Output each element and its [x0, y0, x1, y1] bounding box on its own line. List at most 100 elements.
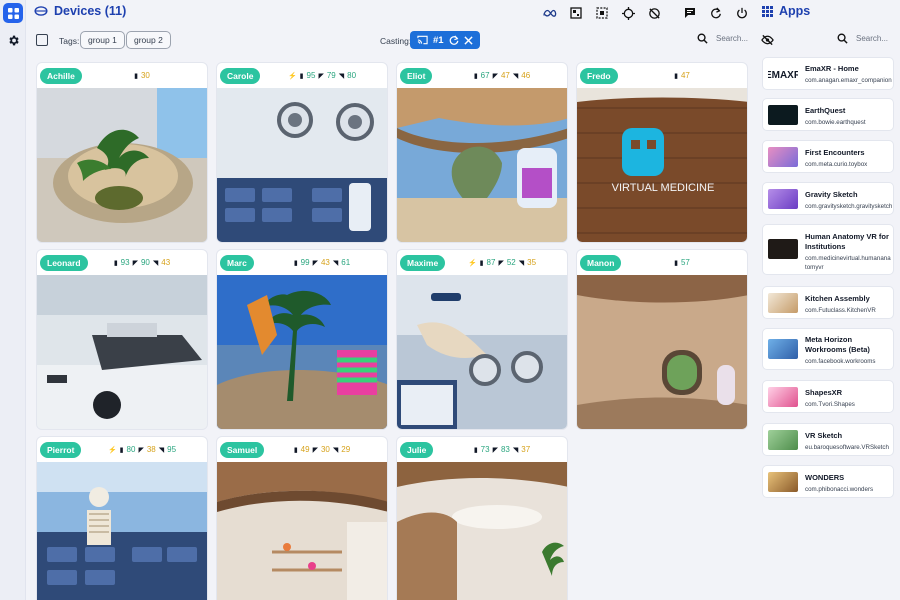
restart-icon[interactable]	[707, 4, 725, 22]
app-thumbnail	[768, 430, 798, 450]
device-search-input[interactable]: Search...	[716, 34, 748, 43]
device-card-pierrot[interactable]: Pierrot ⚡ ▮ 80 ◤ 38 ◥ 95	[36, 436, 208, 600]
device-name: Manon	[580, 254, 622, 271]
cast-icon	[417, 35, 428, 45]
device-stats: ⚡ ▮ 87 ◤ 52 ◥ 35	[467, 258, 537, 267]
device-stats: ▮ 73 ◤ 83 ◥ 37	[473, 445, 531, 454]
device-card-julie[interactable]: Julie ▮ 73 ◤ 83 ◥ 37	[396, 436, 568, 600]
tags-label: Tags:	[59, 36, 80, 46]
app-thumbnail	[768, 105, 798, 125]
device-stats: ▮ 93 ◤ 90 ◥ 43	[113, 258, 171, 267]
device-card-carole[interactable]: Carole ⚡ ▮ 95 ◤ 79 ◥ 80	[216, 62, 388, 243]
device-stats: ▮ 30	[134, 71, 150, 80]
app-package: eu.baroquesoftware.VRSketch	[805, 444, 889, 451]
device-stats: ▮ 99 ◤ 43 ◥ 61	[293, 258, 351, 267]
device-screen-preview[interactable]	[37, 462, 208, 600]
device-card-maxime[interactable]: Maxime ⚡ ▮ 87 ◤ 52 ◥ 35	[396, 249, 568, 430]
app-item-first-encounters[interactable]: First Encounters com.meta.curio.toybox	[762, 140, 894, 173]
headset-icon	[34, 6, 48, 16]
app-search-input[interactable]: Search...	[856, 34, 888, 43]
device-screen-preview[interactable]	[217, 88, 388, 243]
app-thumbnail	[768, 339, 798, 359]
app-thumbnail: EMAXR	[765, 64, 802, 84]
select-all-checkbox[interactable]	[36, 34, 48, 46]
app-package: com.bowie.earthquest	[805, 119, 866, 126]
device-card-achille[interactable]: Achille ▮ 30	[36, 62, 208, 243]
device-name: Julie	[400, 441, 434, 458]
dashboard-nav-button[interactable]	[3, 3, 23, 23]
app-item-shapesxr[interactable]: ShapesXR com.Tvori.Shapes	[762, 380, 894, 413]
device-screen-preview[interactable]	[217, 275, 388, 430]
device-card-eliot[interactable]: Eliot ▮ 67 ◤ 47 ◥ 46	[396, 62, 568, 243]
app-thumbnail	[768, 387, 798, 407]
passthrough-icon[interactable]	[593, 4, 611, 22]
device-card-fredo[interactable]: Fredo ▮ 47 VIRTUAL MEDICINE	[576, 62, 748, 243]
app-item-kitchen-assembly[interactable]: Kitchen Assembly com.Futuclass.KitchenVR	[762, 286, 894, 319]
app-name: VR Sketch	[805, 431, 843, 440]
battery-icon: ▮	[134, 72, 138, 80]
device-stats: ▮ 57	[674, 258, 690, 267]
device-name: Pierrot	[40, 441, 82, 458]
device-screen-preview[interactable]	[397, 462, 568, 600]
meta-icon[interactable]	[541, 4, 559, 22]
device-screen-preview[interactable]	[37, 275, 208, 430]
gear-icon	[8, 35, 19, 45]
app-thumbnail	[768, 293, 798, 313]
device-card-marc[interactable]: Marc ▮ 99 ◤ 43 ◥ 61	[216, 249, 388, 430]
app-name: First Encounters	[805, 148, 865, 157]
app-item-emaxr[interactable]: EMAXR EmaXR - Home com.anagan.emaxr_comp…	[762, 57, 894, 90]
device-search[interactable]: Search...	[697, 33, 748, 44]
hide-icon[interactable]	[761, 33, 774, 51]
device-stats: ▮ 67 ◤ 47 ◥ 46	[473, 71, 531, 80]
app-item-vr-sketch[interactable]: VR Sketch eu.baroquesoftware.VRSketch	[762, 423, 894, 456]
app-item-human-anatomy[interactable]: Human Anatomy VR for Institutions com.me…	[762, 224, 894, 275]
device-screen-preview[interactable]	[397, 88, 568, 243]
device-screen-preview[interactable]	[217, 462, 388, 600]
app-thumbnail	[768, 189, 798, 209]
app-name: Meta Horizon Workrooms (Beta)	[805, 335, 870, 354]
app-list: EMAXR EmaXR - Home com.anagan.emaxr_comp…	[762, 57, 895, 600]
tag-group-2[interactable]: group 2	[126, 31, 171, 49]
app-item-earthquest[interactable]: EarthQuest com.bowie.earthquest	[762, 98, 894, 131]
app-name: EmaXR - Home	[805, 64, 859, 73]
app-thumbnail	[768, 147, 798, 167]
app-name: WONDERS	[805, 473, 845, 482]
apps-grid-icon	[762, 5, 773, 17]
app-item-wonders[interactable]: WONDERS com.phibonacci.wonders	[762, 465, 894, 498]
app-package: com.phibonacci.wonders	[805, 486, 874, 493]
device-stats: ▮ 47	[674, 71, 690, 80]
device-card-leonard[interactable]: Leonard ▮ 93 ◤ 90 ◥ 43	[36, 249, 208, 430]
device-screen-preview[interactable]	[37, 88, 208, 243]
device-screen-preview[interactable]	[397, 275, 568, 430]
device-stats: ▮ 49 ◤ 30 ◥ 29	[293, 445, 351, 454]
guardian-off-icon[interactable]	[645, 4, 663, 22]
device-screen-preview[interactable]	[577, 275, 748, 430]
app-package: com.meta.curio.toybox	[805, 161, 868, 168]
page-title-text: Devices (11)	[54, 4, 127, 18]
message-icon[interactable]	[681, 4, 699, 22]
app-item-workrooms[interactable]: Meta Horizon Workrooms (Beta) com.facebo…	[762, 328, 894, 370]
screen-capture-icon[interactable]	[567, 4, 585, 22]
svg-text:VIRTUAL MEDICINE: VIRTUAL MEDICINE	[612, 182, 715, 194]
app-item-gravity-sketch[interactable]: Gravity Sketch com.gravitysketch.gravity…	[762, 182, 894, 215]
apps-title: Apps	[762, 4, 810, 18]
refresh-icon[interactable]	[449, 35, 459, 45]
app-search[interactable]: Search...	[837, 33, 888, 44]
app-package: com.Tvori.Shapes	[805, 401, 855, 408]
device-screen-preview[interactable]: VIRTUAL MEDICINE	[577, 88, 748, 243]
device-card-samuel[interactable]: Samuel ▮ 49 ◤ 30 ◥ 29	[216, 436, 388, 600]
app-package: com.medicinevirtual.humananatomyvr	[805, 255, 891, 271]
device-card-manon[interactable]: Manon ▮ 57	[576, 249, 748, 430]
settings-nav-button[interactable]	[3, 30, 23, 50]
device-stats: ⚡ ▮ 95 ◤ 79 ◥ 80	[287, 71, 357, 80]
device-grid: Achille ▮ 30 Carole ⚡ ▮ 95 ◤ 79 ◥ 80 Eli…	[36, 62, 748, 600]
device-name: Marc	[220, 254, 254, 271]
recenter-icon[interactable]	[619, 4, 637, 22]
tag-group-1[interactable]: group 1	[80, 31, 125, 49]
device-name: Fredo	[580, 67, 618, 84]
power-icon[interactable]	[733, 4, 751, 22]
app-name: ShapesXR	[805, 388, 843, 397]
close-icon[interactable]	[464, 35, 473, 45]
device-name: Achille	[40, 67, 82, 84]
casting-chip[interactable]: #1	[410, 31, 480, 49]
